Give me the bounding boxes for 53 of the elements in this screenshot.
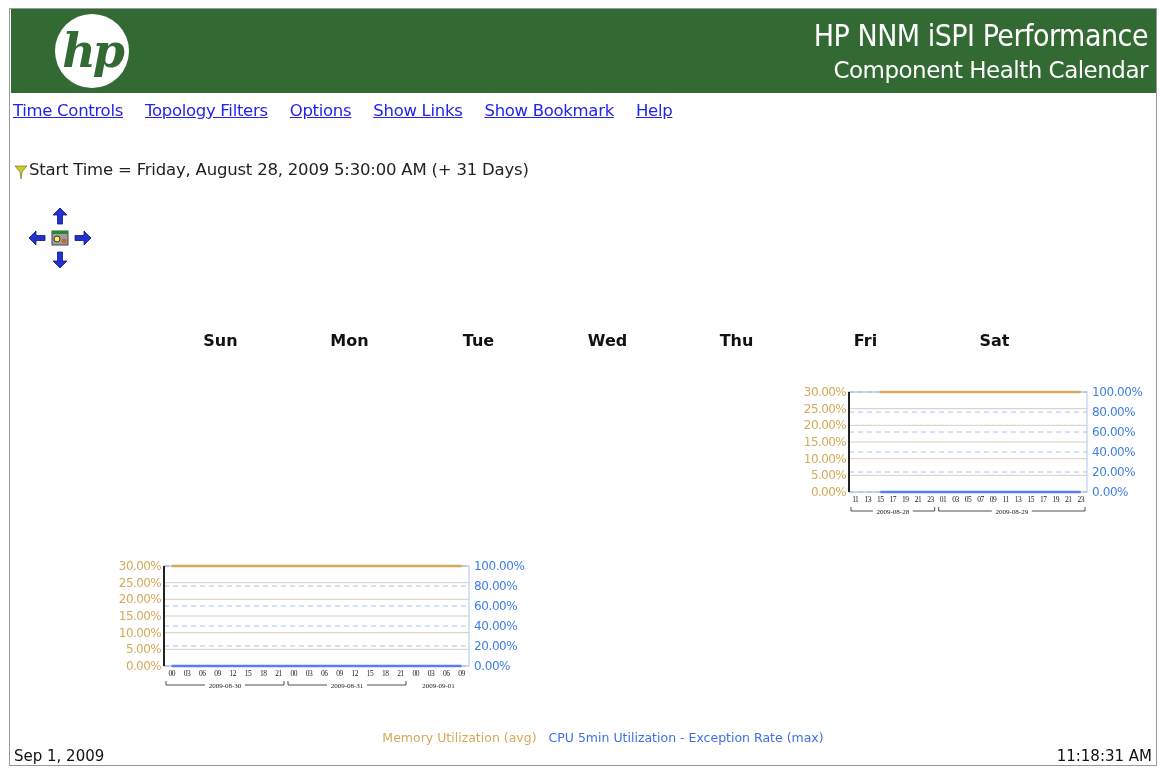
up-arrow-icon[interactable]: [51, 207, 69, 225]
footer-time: 11:18:31 AM: [1056, 747, 1152, 765]
weekday-header: Thu: [718, 331, 755, 350]
axis-label: 15.00%: [803, 435, 846, 449]
axis-label: 100.00%: [474, 559, 525, 573]
nav-link[interactable]: Time Controls: [13, 101, 123, 120]
axis-label: 60.00%: [1092, 425, 1136, 439]
filter-icon: [15, 165, 27, 179]
axis-label: 80.00%: [1092, 405, 1136, 419]
left-arrow-icon[interactable]: [28, 229, 46, 247]
right-arrow-icon[interactable]: [74, 229, 92, 247]
axis-label: 0.00%: [1092, 485, 1129, 499]
page-subtitle: Component Health Calendar: [833, 56, 1148, 85]
weekday-header: Wed: [586, 331, 629, 350]
axis-label: 20.00%: [474, 639, 518, 653]
axis-label: 40.00%: [474, 619, 518, 633]
axis-label: 25.00%: [803, 401, 846, 416]
weekday-header: Sat: [978, 331, 1011, 350]
axis-label: 100.00%: [1092, 385, 1143, 399]
footer-date: Sep 1, 2009: [14, 747, 105, 765]
weekday-header: Mon: [329, 331, 370, 350]
axis-label: 20.00%: [118, 592, 161, 607]
axis-label: 30.00%: [803, 385, 846, 399]
app-title: HP NNM iSPI Performance: [813, 17, 1148, 55]
legend-item: CPU 5min Utilization - Exception Rate (max): [548, 730, 824, 745]
axis-label: 5.00%: [810, 468, 846, 483]
axis-label: 10.00%: [803, 451, 846, 466]
filter-text: Start Time = Friday, August 28, 2009 5:30:00 AM (+ 31 Days): [29, 160, 529, 179]
logo: hp: [55, 14, 129, 88]
axis-label: 20.00%: [803, 418, 846, 433]
axis-label: 20.00%: [1092, 465, 1136, 479]
axis-label: 0.00%: [474, 659, 511, 673]
axis-label: 5.00%: [125, 642, 161, 657]
nav-link[interactable]: Show Bookmark: [484, 101, 614, 120]
axis-label: 15.00%: [118, 609, 161, 623]
axis-label: 10.00%: [118, 625, 161, 640]
nav-link[interactable]: Show Links: [373, 101, 463, 120]
legend-item: Memory Utilization (avg): [382, 730, 537, 745]
nav-link[interactable]: Options: [289, 101, 352, 120]
weekday-header: Tue: [461, 331, 496, 350]
nav-link[interactable]: Topology Filters: [144, 101, 268, 120]
axis-label: 60.00%: [474, 599, 518, 613]
axis-label: 80.00%: [474, 579, 518, 593]
down-arrow-icon[interactable]: [51, 251, 69, 269]
axis-label: 30.00%: [118, 559, 161, 573]
axis-label: 40.00%: [1092, 445, 1136, 459]
weekday-header: Fri: [852, 331, 879, 350]
axis-label: 0.00%: [810, 485, 846, 499]
axis-label: 25.00%: [118, 575, 161, 590]
axis-label: 0.00%: [125, 659, 161, 673]
nav-link[interactable]: Help: [635, 101, 673, 120]
weekday-header: Sun: [202, 331, 239, 350]
chart-icon[interactable]: [51, 229, 69, 247]
